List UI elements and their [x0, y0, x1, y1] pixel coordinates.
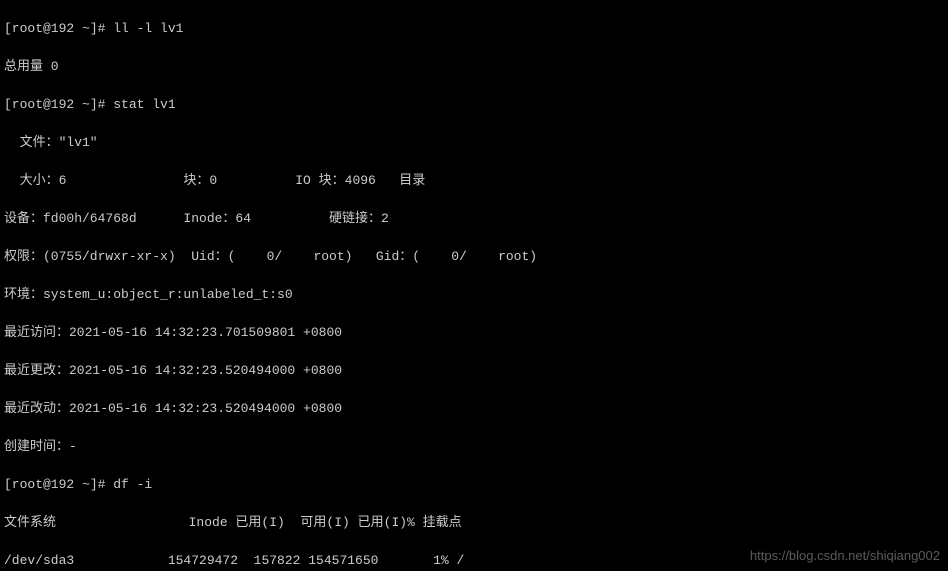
- stat-btime: 创建时间：-: [4, 437, 944, 456]
- stat-dev: 设备：fd00h/64768d Inode：64 硬链接：2: [4, 209, 944, 228]
- stat-size: 大小：6 块：0 IO 块：4096 目录: [4, 171, 944, 190]
- stat-ctime: 最近改动：2021-05-16 14:32:23.520494000 +0800: [4, 399, 944, 418]
- prompt-line: [root@192 ~]# stat lv1: [4, 95, 944, 114]
- df-row: /dev/sda3 154729472 157822 154571650 1% …: [4, 551, 944, 570]
- df-header: 文件系统 Inode 已用(I) 可用(I) 已用(I)% 挂载点: [4, 513, 944, 532]
- stat-perm: 权限：(0755/drwxr-xr-x) Uid：( 0/ root) Gid：…: [4, 247, 944, 266]
- prompt-line: [root@192 ~]# df -i: [4, 475, 944, 494]
- stat-atime: 最近访问：2021-05-16 14:32:23.701509801 +0800: [4, 323, 944, 342]
- stat-file: 文件："lv1": [4, 133, 944, 152]
- prompt-line: [root@192 ~]# ll -l lv1: [4, 19, 944, 38]
- stat-context: 环境：system_u:object_r:unlabeled_t:s0: [4, 285, 944, 304]
- terminal-output[interactable]: [root@192 ~]# ll -l lv1 总用量 0 [root@192 …: [0, 0, 948, 571]
- stat-mtime: 最近更改：2021-05-16 14:32:23.520494000 +0800: [4, 361, 944, 380]
- ll-total: 总用量 0: [4, 57, 944, 76]
